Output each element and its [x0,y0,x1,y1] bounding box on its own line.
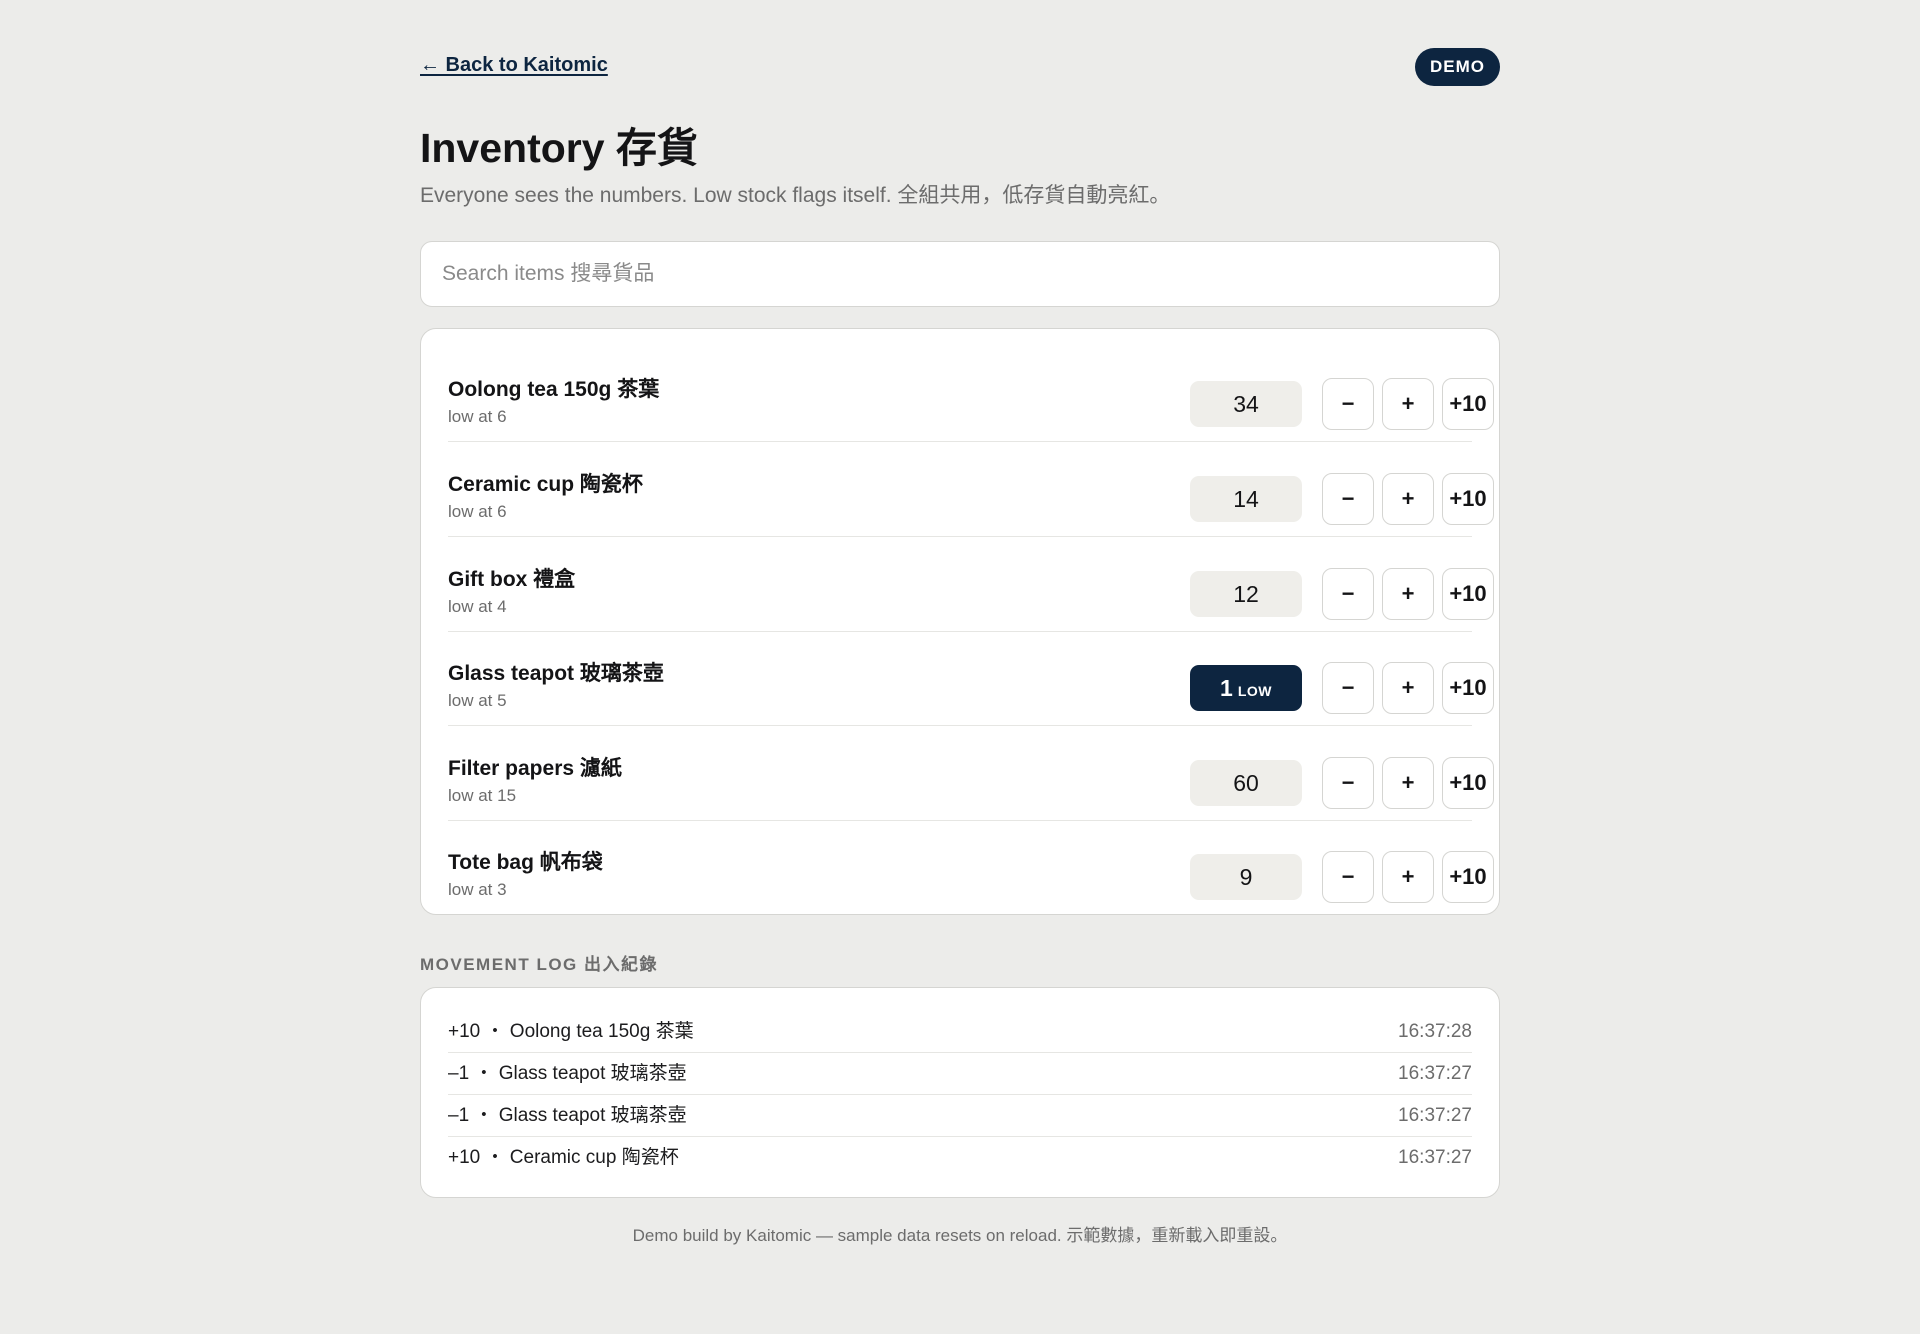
quantity-value: 9 [1239,864,1253,890]
log-entry-text: +10 ・ Oolong tea 150g 茶葉 [448,1021,694,1042]
decrement-button[interactable]: − [1322,851,1374,903]
item-name: Oolong tea 150g 茶葉 [448,378,660,401]
quantity-chip: 14 [1190,476,1302,522]
movement-log: +10 ・ Oolong tea 150g 茶葉 16:37:28 –1 ・ G… [420,987,1500,1198]
log-entry: +10 ・ Oolong tea 150g 茶葉 16:37:28 [448,1010,1472,1053]
item-low-threshold: low at 3 [448,880,507,899]
inventory-row: Filter papers 濾紙 low at 15 60 − + +10 [448,726,1494,821]
add-ten-button[interactable]: +10 [1442,568,1494,620]
item-name: Filter papers 濾紙 [448,757,622,780]
decrement-button[interactable]: − [1322,378,1374,430]
item-low-threshold: low at 6 [448,502,507,521]
search-box [420,241,1500,307]
page-title: Inventory 存貨 [420,125,698,171]
quantity-value: 60 [1233,770,1259,796]
item-name: Gift box 禮盒 [448,568,576,591]
low-stock-label: LOW [1237,683,1272,699]
item-low-threshold: low at 15 [448,786,517,805]
item-name: Glass teapot 玻璃茶壺 [448,662,664,685]
item-low-threshold: low at 5 [448,691,507,710]
item-low-threshold: low at 4 [448,597,507,616]
item-low-threshold: low at 6 [448,407,507,426]
log-entry-text: –1 ・ Glass teapot 玻璃茶壺 [448,1105,687,1126]
item-name: Tote bag 帆布袋 [448,851,603,874]
decrement-button[interactable]: − [1322,568,1374,620]
log-entry: –1 ・ Glass teapot 玻璃茶壺 16:37:27 [448,1094,1472,1137]
quantity-value: 34 [1233,391,1259,417]
inventory-row: Gift box 禮盒 low at 4 12 − + +10 [448,537,1494,632]
inventory-row: Tote bag 帆布袋 low at 3 9 − + +10 [448,820,1494,914]
decrement-button[interactable]: − [1322,757,1374,809]
log-entry-time: 16:37:28 [1398,1021,1472,1042]
quantity-value: 12 [1233,581,1259,607]
increment-button[interactable]: + [1382,662,1434,714]
increment-button[interactable]: + [1382,757,1434,809]
log-entry-text: –1 ・ Glass teapot 玻璃茶壺 [448,1063,687,1084]
inventory-row: Glass teapot 玻璃茶壺 low at 5 1 LOW − + +10 [448,631,1494,726]
add-ten-button[interactable]: +10 [1442,378,1494,430]
quantity-chip: 12 [1190,571,1302,617]
log-entry-time: 16:37:27 [1398,1105,1472,1126]
log-entry-text: +10 ・ Ceramic cup 陶瓷杯 [448,1147,679,1168]
page-subtitle: Everyone sees the numbers. Low stock fla… [420,184,1171,207]
quantity-chip: 9 [1190,854,1302,900]
increment-button[interactable]: + [1382,473,1434,525]
inventory-list: Oolong tea 150g 茶葉 low at 6 34 − + +10 C… [420,328,1500,915]
add-ten-button[interactable]: +10 [1442,757,1494,809]
back-to-kaitomic-link[interactable]: ← Back to Kaitomic [420,54,608,77]
decrement-button[interactable]: − [1322,662,1374,714]
top-bar: ← Back to Kaitomic DEMO [420,48,1500,88]
add-ten-button[interactable]: +10 [1442,662,1494,714]
increment-button[interactable]: + [1382,851,1434,903]
quantity-chip: 60 [1190,760,1302,806]
add-ten-button[interactable]: +10 [1442,473,1494,525]
quantity-value: 14 [1233,486,1259,512]
inventory-row: Oolong tea 150g 茶葉 low at 6 34 − + +10 [448,347,1494,442]
log-entry-time: 16:37:27 [1398,1063,1472,1084]
quantity-chip: 34 [1190,381,1302,427]
search-input[interactable] [421,242,1499,306]
log-entry: +10 ・ Ceramic cup 陶瓷杯 16:37:27 [448,1136,1472,1178]
inventory-row: Ceramic cup 陶瓷杯 low at 6 14 − + +10 [448,442,1494,537]
movement-log-heading: MOVEMENT LOG 出入紀錄 [420,955,658,974]
quantity-chip-low: 1 LOW [1190,665,1302,711]
footer-note: Demo build by Kaitomic — sample data res… [632,1226,1288,1245]
increment-button[interactable]: + [1382,568,1434,620]
demo-badge: DEMO [1415,48,1500,86]
add-ten-button[interactable]: +10 [1442,851,1494,903]
increment-button[interactable]: + [1382,378,1434,430]
log-entry: –1 ・ Glass teapot 玻璃茶壺 16:37:27 [448,1052,1472,1095]
item-name: Ceramic cup 陶瓷杯 [448,473,643,496]
quantity-value: 1 [1220,675,1233,701]
decrement-button[interactable]: − [1322,473,1374,525]
log-entry-time: 16:37:27 [1398,1147,1472,1168]
